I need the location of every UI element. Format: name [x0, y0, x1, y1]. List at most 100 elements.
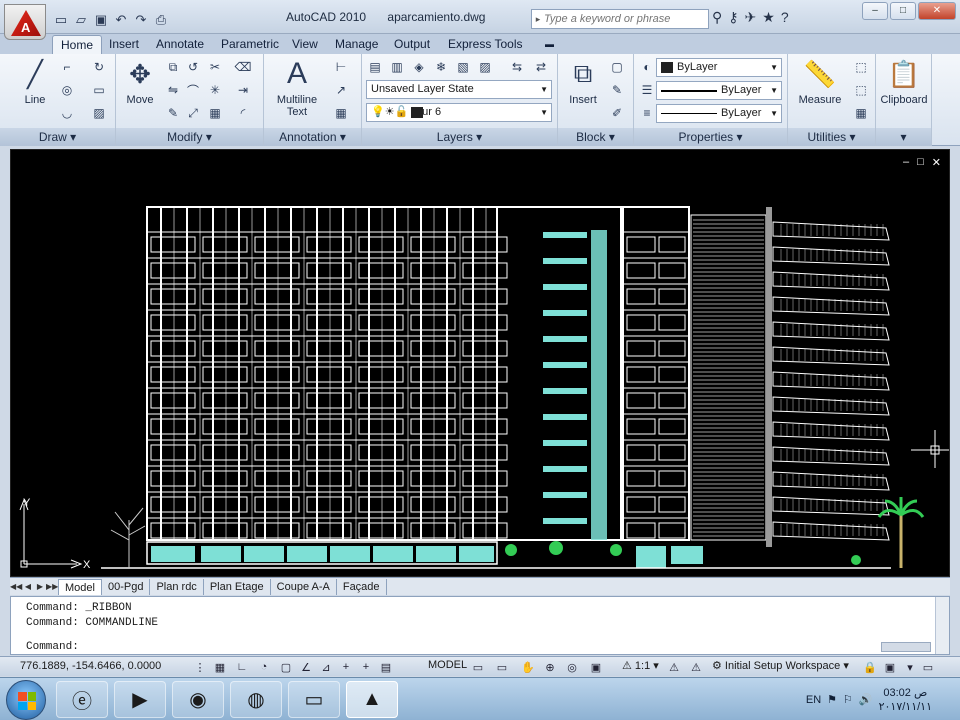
edit-block-icon[interactable]: ✎: [608, 81, 626, 99]
extend-icon[interactable]: ⇥: [234, 81, 252, 99]
object-snap-icon[interactable]: ▢: [278, 659, 294, 675]
folder-icon[interactable]: ▭: [288, 681, 340, 718]
zoom-icon[interactable]: ⊕: [542, 659, 558, 675]
layout-tab-plan-rdc[interactable]: Plan rdc: [150, 578, 204, 595]
coordinate-readout[interactable]: 776.1889, -154.6466, 0.0000: [20, 660, 161, 672]
quick-properties-icon[interactable]: ▤: [378, 659, 394, 675]
language-indicator[interactable]: EN: [806, 694, 821, 706]
command-window[interactable]: Command: _RIBBON Command: COMMANDLINE Co…: [10, 596, 950, 655]
layout-tab-model[interactable]: Model: [58, 578, 102, 595]
dimension-icon[interactable]: ⊢: [332, 58, 350, 76]
panel-title-properties[interactable]: Properties ▾: [634, 128, 787, 146]
calculator-icon[interactable]: ▦: [852, 104, 870, 122]
rectangle-icon[interactable]: ▭: [90, 81, 108, 99]
layer-lock-icon[interactable]: ▧: [454, 58, 472, 76]
panel-title-clipboard[interactable]: ▾: [876, 128, 931, 146]
prev-tab-icon[interactable]: ◀: [22, 582, 34, 591]
tab-parametric[interactable]: Parametric: [221, 37, 279, 51]
save-icon[interactable]: ▣: [92, 11, 110, 29]
tab-view[interactable]: View: [292, 37, 318, 51]
annotation-visibility-icon[interactable]: ⚠: [666, 659, 682, 675]
chrome-icon[interactable]: ◉: [172, 681, 224, 718]
polar-tracking-icon[interactable]: ◔: [256, 659, 272, 675]
layer-properties-icon[interactable]: ▤: [366, 58, 384, 76]
array-icon[interactable]: ▦: [206, 104, 224, 122]
clock[interactable]: 03:02 ص ٢٠١٧/١١/١١: [879, 686, 932, 714]
stretch-icon[interactable]: ✎: [164, 104, 182, 122]
autocad-icon[interactable]: ▲: [346, 681, 398, 718]
lineweight-dropdown[interactable]: ByLayer ▼: [656, 104, 782, 123]
linetype-icon[interactable]: ☰: [638, 81, 656, 99]
model-space-button[interactable]: MODEL: [428, 659, 467, 671]
start-button[interactable]: [6, 680, 46, 720]
layout-tab-plan-etage[interactable]: Plan Etage: [204, 578, 271, 595]
rotate-icon[interactable]: ↻: [90, 58, 108, 76]
match-properties-icon[interactable]: ◐: [638, 58, 656, 76]
panel-title-annotation[interactable]: Annotation ▾: [264, 128, 361, 146]
steering-wheel-icon[interactable]: ◎: [564, 659, 580, 675]
leader-icon[interactable]: ↗: [332, 81, 350, 99]
rotate-icon[interactable]: ↺: [184, 58, 202, 76]
layout-tab-facade[interactable]: Façade: [337, 578, 387, 595]
block-attribute-icon[interactable]: ✐: [608, 104, 626, 122]
lock-icon[interactable]: 🔒: [862, 659, 878, 675]
star-icon[interactable]: ★: [762, 9, 775, 26]
layer-state-dropdown[interactable]: Unsaved Layer State ▼: [366, 80, 552, 99]
infocenter-search[interactable]: ▸: [531, 9, 709, 29]
panel-title-utilities[interactable]: Utilities ▾: [788, 128, 875, 146]
layout-tab-coupe[interactable]: Coupe A-A: [271, 578, 337, 595]
explode-icon[interactable]: ✳: [206, 81, 224, 99]
insert-button[interactable]: ⧉ Insert: [562, 58, 604, 106]
viewport-close-button[interactable]: ✕: [932, 156, 941, 169]
quick-view-drawings-icon[interactable]: ▭: [494, 659, 510, 675]
drawing-canvas[interactable]: Y X – □ ✕: [10, 149, 950, 577]
tab-output[interactable]: Output: [394, 37, 430, 51]
clipboard-button[interactable]: 📋 Clipboard: [878, 58, 930, 107]
chevron-right-icon[interactable]: ▸: [532, 14, 544, 25]
ribbon-minimize-icon[interactable]: ▬: [545, 39, 554, 49]
auto-scale-icon[interactable]: ⚠: [688, 659, 704, 675]
network-icon[interactable]: ⚑: [827, 693, 837, 706]
lineweight-toggle-icon[interactable]: +: [358, 659, 374, 675]
pan-icon[interactable]: ✋: [520, 659, 536, 675]
ducs-icon[interactable]: ⊿: [318, 659, 334, 675]
minimize-button[interactable]: –: [862, 2, 888, 20]
quick-view-layouts-icon[interactable]: ▭: [470, 659, 486, 675]
polyline-icon[interactable]: ⌐: [58, 58, 76, 76]
help-icon[interactable]: ?: [781, 9, 789, 26]
open-icon[interactable]: ▱: [72, 11, 90, 29]
layer-walk-icon[interactable]: ⇄: [532, 58, 550, 76]
annotation-scale-button[interactable]: ⚠ 1:1 ▾: [622, 659, 659, 672]
panel-title-block[interactable]: Block ▾: [558, 128, 633, 146]
tab-express-tools[interactable]: Express Tools: [448, 37, 522, 51]
next-tab-icon[interactable]: ▶: [34, 582, 46, 591]
hatch-icon[interactable]: ▨: [90, 104, 108, 122]
ortho-mode-icon[interactable]: ∟: [234, 659, 250, 675]
panel-title-draw[interactable]: Draw ▾: [0, 128, 115, 146]
linetype-dropdown[interactable]: ByLayer ▼: [656, 81, 782, 100]
object-snap-tracking-icon[interactable]: ∠: [298, 659, 314, 675]
copy-icon[interactable]: ⧉: [164, 58, 182, 76]
scale-icon[interactable]: ⤢: [184, 104, 202, 122]
quick-select-icon[interactable]: ⬚: [852, 58, 870, 76]
maximize-button[interactable]: □: [890, 2, 916, 20]
arc-icon[interactable]: ◡: [58, 104, 76, 122]
internet-explorer-icon[interactable]: ⓔ: [56, 681, 108, 718]
plot-icon[interactable]: ⎙: [152, 11, 170, 29]
tab-annotate[interactable]: Annotate: [156, 37, 204, 51]
panel-title-modify[interactable]: Modify ▾: [116, 128, 263, 146]
mirror-icon[interactable]: ⇋: [164, 81, 182, 99]
layer-previous-icon[interactable]: ⇆: [508, 58, 526, 76]
tab-insert[interactable]: Insert: [109, 37, 139, 51]
line-button[interactable]: ╱ Line: [14, 58, 56, 107]
search-input[interactable]: [544, 13, 704, 25]
snap-mode-icon[interactable]: ⋮: [192, 659, 208, 675]
tab-home[interactable]: Home: [52, 35, 103, 55]
key-icon[interactable]: ⚷: [728, 9, 738, 26]
viewport-minimize-button[interactable]: –: [903, 156, 909, 169]
first-tab-icon[interactable]: ◀◀: [10, 582, 22, 591]
viewport-restore-button[interactable]: □: [917, 156, 924, 169]
flag-icon[interactable]: ⚐: [843, 693, 853, 706]
table-icon[interactable]: ▦: [332, 104, 350, 122]
vertical-scrollbar[interactable]: [935, 597, 949, 654]
